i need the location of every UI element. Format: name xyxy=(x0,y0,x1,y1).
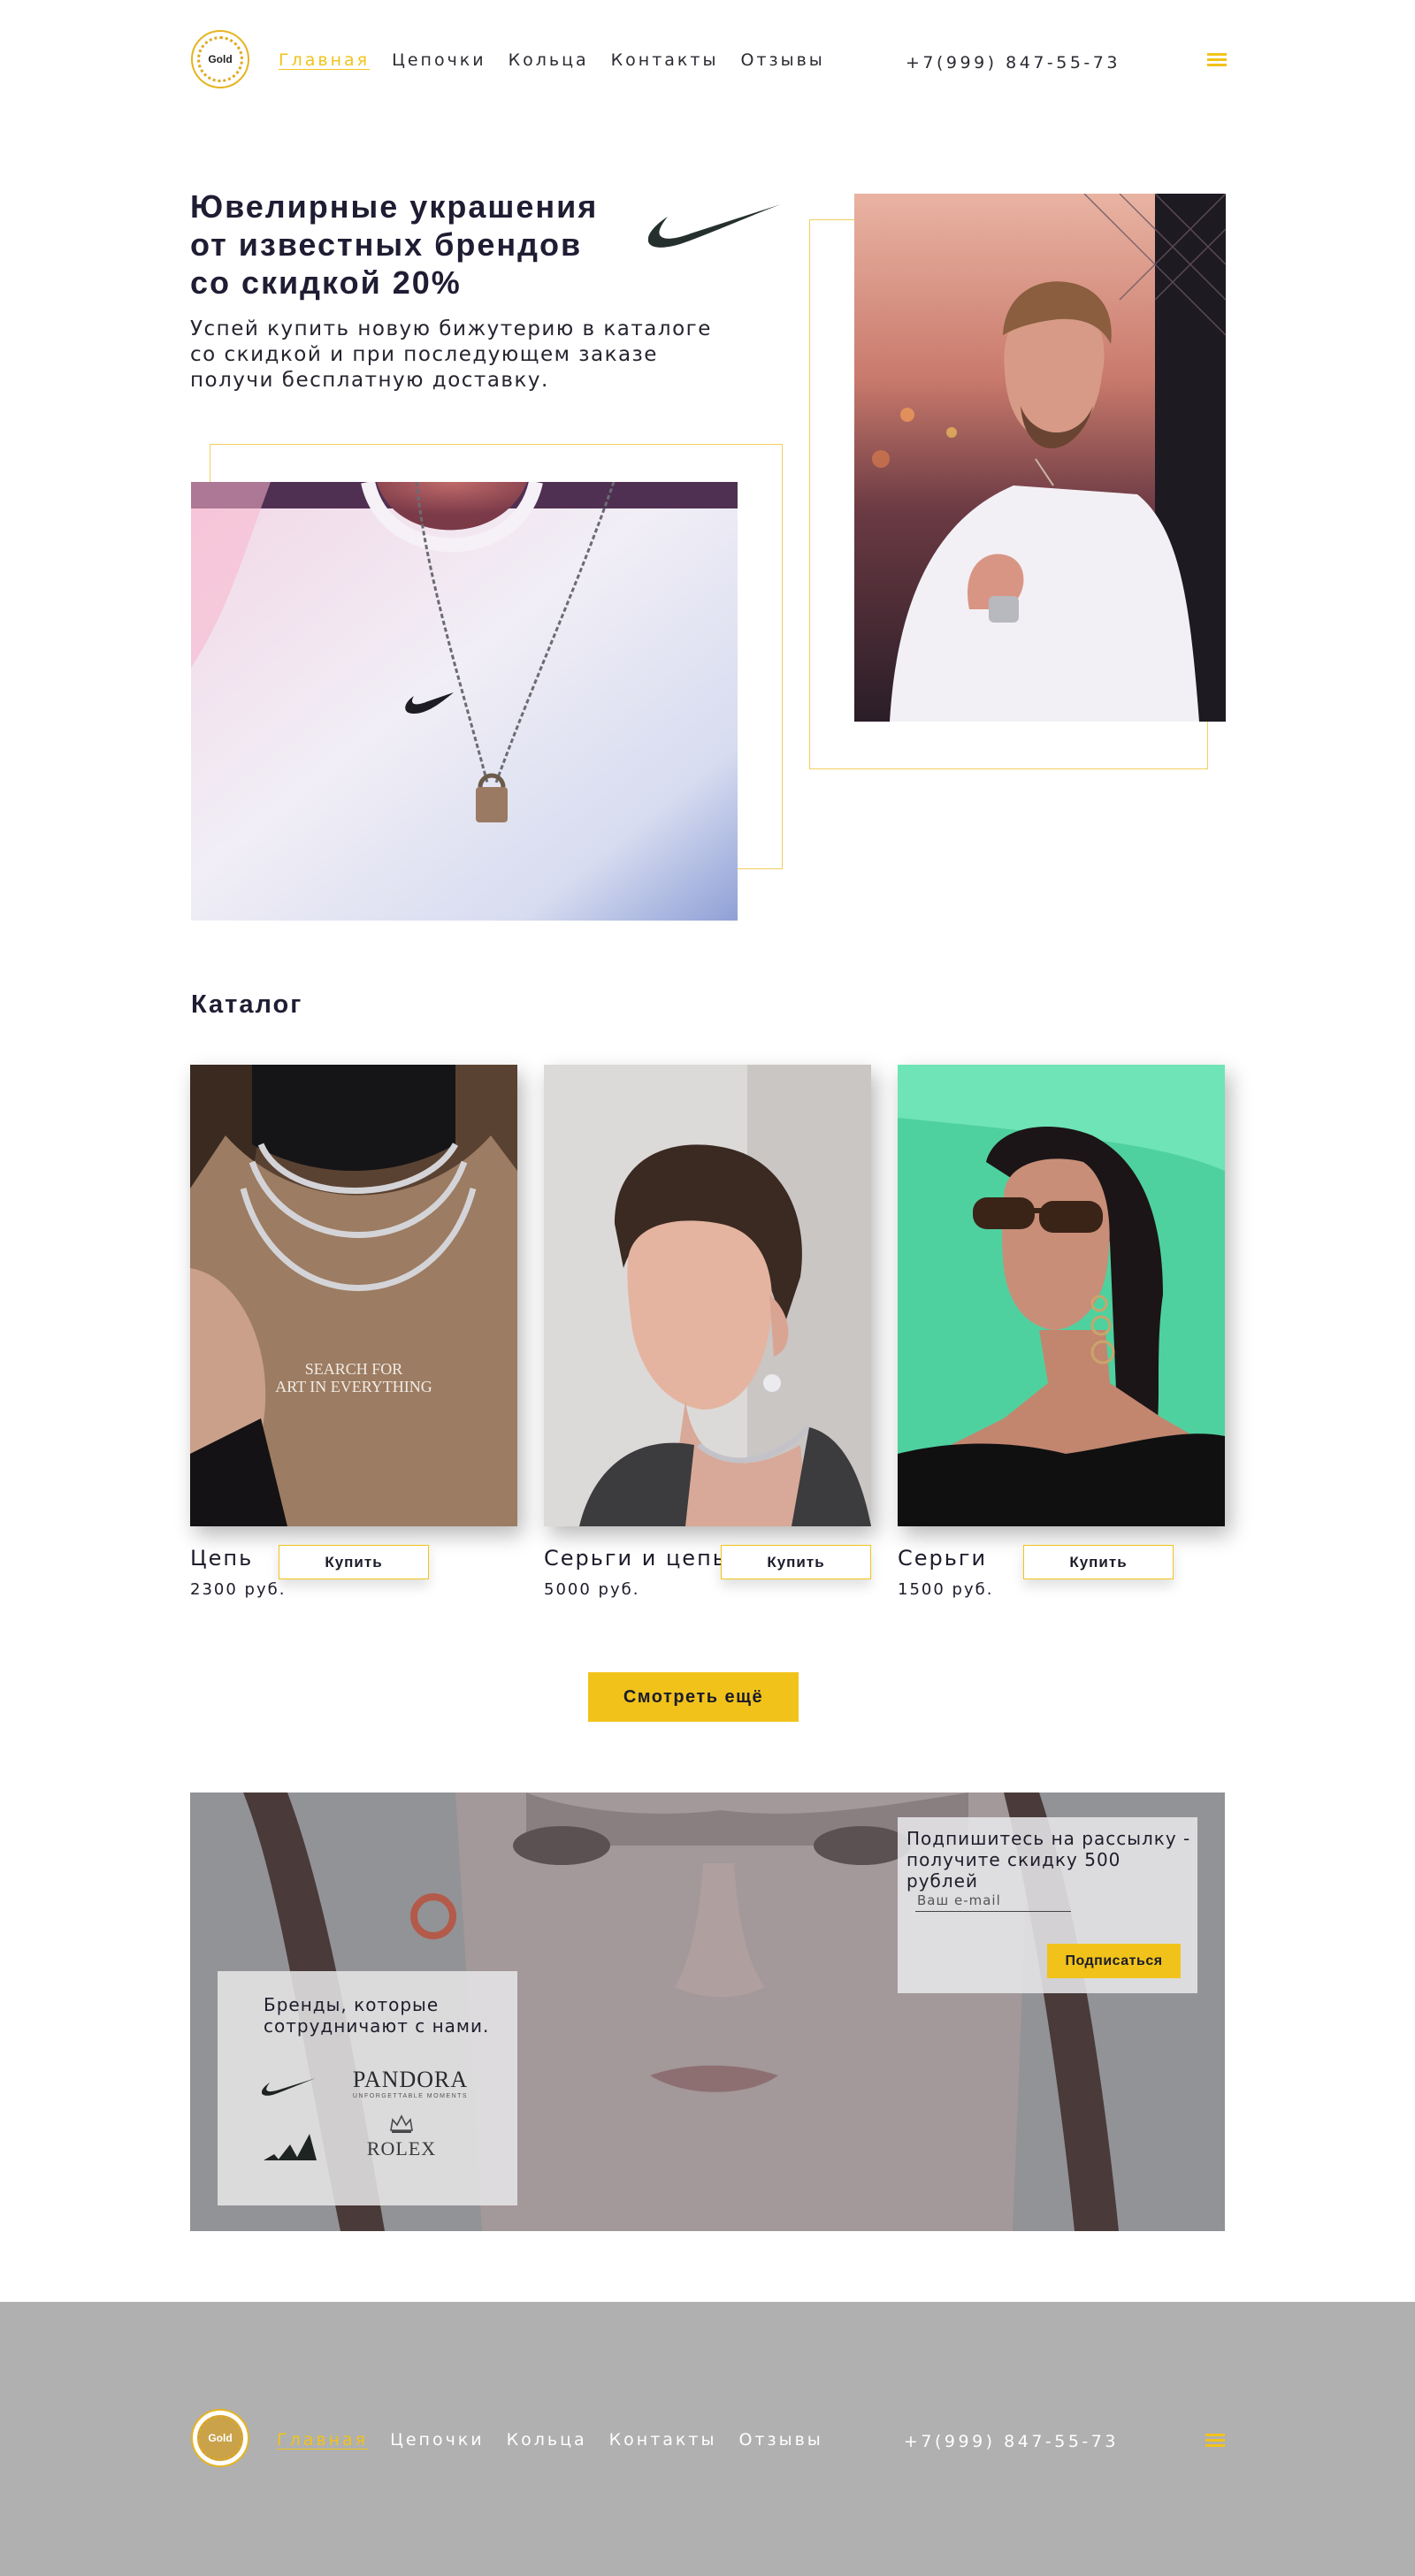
hero-image-necklace xyxy=(191,482,738,921)
show-more-button[interactable]: Смотреть ещё xyxy=(588,1672,799,1722)
footer-nav-link-rings[interactable]: Кольца xyxy=(507,2430,587,2450)
subscribe-panel: Подпишитесь на рассылку - получите скидк… xyxy=(898,1817,1197,1993)
main-nav: Главная Цепочки Кольца Контакты Отзывы xyxy=(279,50,825,70)
menu-icon[interactable] xyxy=(1207,53,1227,67)
footer-menu-icon[interactable] xyxy=(1205,2434,1225,2448)
brands-caption: Бренды, которые сотрудничают с нами. xyxy=(264,1994,490,2037)
hero-subtitle: Успей купить новую бижутерию в каталоге … xyxy=(190,317,712,392)
tshirt-print-line-2: ART IN EVERYTHING xyxy=(275,1378,432,1395)
nav-link-home[interactable]: Главная xyxy=(279,50,370,70)
footer-nav-link-reviews[interactable]: Отзывы xyxy=(738,2430,822,2450)
nav-link-contacts[interactable]: Контакты xyxy=(611,50,719,70)
buy-button[interactable]: Купить xyxy=(721,1545,871,1579)
tshirt-print-line-1: SEARCH FOR xyxy=(305,1360,403,1378)
footer-nav-link-home[interactable]: Главная xyxy=(277,2430,368,2450)
subscribe-button[interactable]: Подписаться xyxy=(1047,1944,1181,1978)
catalog-item-name: Цепь xyxy=(190,1546,254,1571)
phone-number[interactable]: +7(999) 847-55-73 xyxy=(906,53,1121,73)
footer-nav: Главная Цепочки Кольца Контакты Отзывы xyxy=(277,2430,823,2450)
catalog-item-price: 5000 руб. xyxy=(544,1580,640,1599)
subscribe-caption: Подпишитесь на рассылку - получите скидк… xyxy=(906,1828,1191,1892)
promo-banner: Бренды, которые сотрудничают с нами. PAN… xyxy=(190,1792,1225,2231)
catalog-item-image[interactable]: SEARCH FOR ART IN EVERYTHING xyxy=(190,1065,517,1526)
catalog-item-name: Серьги и цепь xyxy=(544,1546,727,1571)
logo-text: Gold xyxy=(197,36,243,82)
catalog-item-price: 2300 руб. xyxy=(190,1580,287,1599)
adidas-logo-icon xyxy=(264,2134,317,2160)
nav-link-reviews[interactable]: Отзывы xyxy=(740,50,824,70)
nike-logo-icon xyxy=(648,204,781,248)
catalog-item-price: 1500 руб. xyxy=(898,1580,994,1599)
footer: Gold Главная Цепочки Кольца Контакты Отз… xyxy=(0,2302,1415,2576)
nav-link-chains[interactable]: Цепочки xyxy=(392,50,486,70)
catalog-item-name: Серьги xyxy=(898,1546,988,1571)
email-input[interactable] xyxy=(915,1889,1071,1912)
hero-image-man xyxy=(854,194,1226,722)
catalog-title: Каталог xyxy=(191,990,303,1019)
crown-icon xyxy=(390,2114,413,2133)
nike-logo-icon xyxy=(262,2078,316,2096)
footer-logo-text: Gold xyxy=(197,2415,243,2461)
buy-button[interactable]: Купить xyxy=(279,1545,429,1579)
footer-nav-link-contacts[interactable]: Контакты xyxy=(609,2430,717,2450)
footer-logo[interactable]: Gold xyxy=(191,2409,249,2467)
footer-nav-link-chains[interactable]: Цепочки xyxy=(390,2430,485,2450)
pandora-logo: PANDORA UNFORGETTABLE MOMENTS xyxy=(352,2067,469,2099)
nav-link-rings[interactable]: Кольца xyxy=(509,50,589,70)
logo[interactable]: Gold xyxy=(191,30,249,88)
hero-title: Ювелирные украшения от известных брендов… xyxy=(190,188,599,301)
catalog-item-image[interactable] xyxy=(544,1065,871,1526)
rolex-logo: ROLEX xyxy=(357,2114,446,2160)
catalog-item-image[interactable] xyxy=(898,1065,1225,1526)
brands-panel: Бренды, которые сотрудничают с нами. PAN… xyxy=(218,1971,517,2205)
footer-phone-number[interactable]: +7(999) 847-55-73 xyxy=(904,2432,1119,2451)
buy-button[interactable]: Купить xyxy=(1023,1545,1174,1579)
